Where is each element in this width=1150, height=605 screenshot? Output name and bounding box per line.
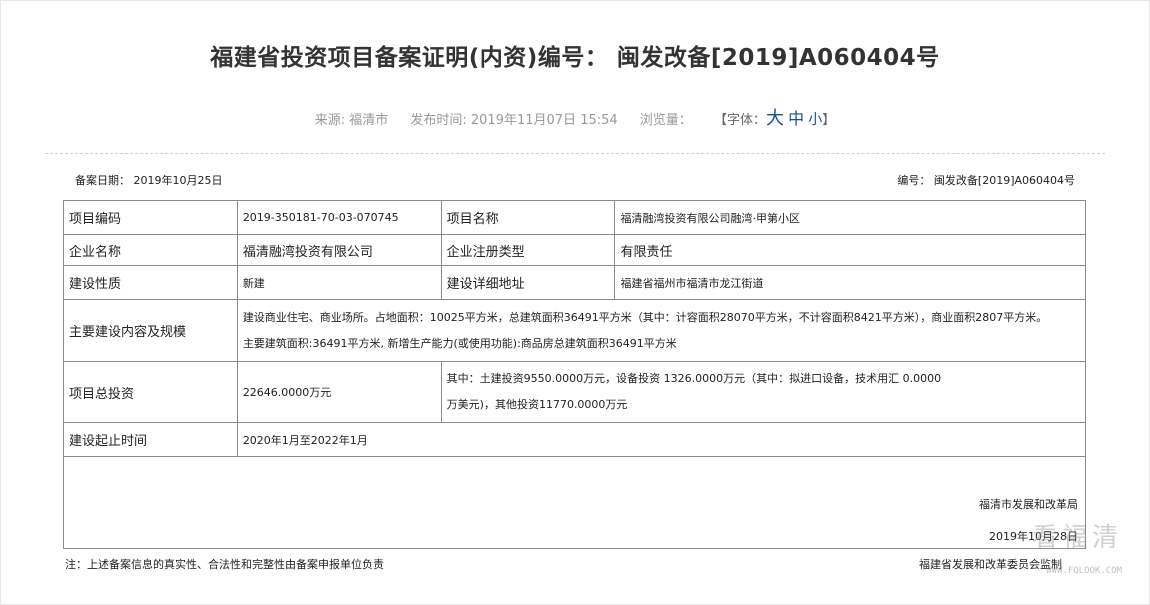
content-value: 建设商业住宅、商业场所。占地面积：10025平方米，总建筑面积36491平方米（… (236, 299, 1087, 362)
investment-detail-line-1: 其中：土建投资9550.0000万元，设备投资 1326.0000万元（其中：拟… (446, 372, 942, 385)
period-label: 建设起止时间 (63, 422, 238, 457)
font-big-link[interactable]: 大 (766, 108, 784, 129)
footer-org: 福建省发展和改革委员会监制 (919, 558, 1062, 571)
company-label: 企业名称 (63, 234, 238, 266)
watermark-logo: 看福清 (1031, 523, 1122, 553)
signature-org: 福清市发展和改革局 (979, 498, 1078, 511)
investment-detail-line-2: 万美元)，其他投资11770.0000万元 (446, 398, 628, 411)
table-row: 企业名称 福清融湾投资有限公司 企业注册类型 有限责任 (63, 234, 1086, 266)
investment-value: 22646.0000万元 (236, 361, 442, 423)
signature-cell (63, 456, 1086, 549)
project-code-value: 2019-350181-70-03-070745 (236, 200, 442, 235)
publish-time: 发布时间: 2019年11月07日 15:54 (410, 113, 618, 128)
reg-type-label: 企业注册类型 (440, 234, 616, 266)
content-line-2: 主要建筑面积:36491平方米, 新增生产能力(或使用功能):商品房总建筑面积3… (242, 336, 677, 350)
record-date: 备案日期： 2019年10月25日 (75, 174, 223, 187)
page-title: 福建省投资项目备案证明(内资)编号： 闽发改备[2019]A060404号 (210, 45, 940, 71)
content-label: 主要建设内容及规模 (63, 299, 238, 362)
table-row: 建设性质 新建 建设详细地址 福建省福州市福清市龙江街道 (63, 265, 1086, 300)
divider (45, 153, 1105, 154)
article-meta: 来源: 福清市 发布时间: 2019年11月07日 15:54 浏览量： 【字体… (0, 104, 1150, 130)
table-row: 项目总投资 22646.0000万元 其中：土建投资9550.0000万元，设备… (63, 361, 1087, 423)
nature-value: 新建 (236, 265, 442, 300)
address-label: 建设详细地址 (440, 265, 616, 300)
footer-note: 注：上述备案信息的真实性、合法性和完整性由备案申报单位负责 (65, 558, 384, 571)
watermark-url: WWW.FQLOOK.COM (1046, 566, 1122, 576)
project-name-label: 项目名称 (440, 200, 616, 235)
record-number: 编号： 闽发改备[2019]A060404号 (897, 174, 1075, 187)
company-value: 福清融湾投资有限公司 (236, 234, 442, 266)
record-table: 项目编码 2019-350181-70-03-070745 项目名称 福清融湾投… (63, 200, 1087, 549)
reg-type-value: 有限责任 (614, 234, 1086, 266)
font-mid-link[interactable]: 中 (788, 109, 804, 128)
table-row: 项目编码 2019-350181-70-03-070745 项目名称 福清融湾投… (63, 200, 1086, 235)
period-value: 2020年1月至2022年1月 (236, 422, 1087, 457)
project-name-value: 福清融湾投资有限公司融湾·甲第小区 (614, 200, 1086, 235)
table-row: 建设起止时间 2020年1月至2022年1月 (63, 422, 1087, 457)
address-value: 福建省福州市福清市龙江街道 (614, 265, 1086, 300)
investment-label: 项目总投资 (63, 361, 238, 423)
signature-row (63, 456, 1086, 549)
investment-detail: 其中：土建投资9550.0000万元，设备投资 1326.0000万元（其中：拟… (440, 361, 1087, 423)
content-line-1: 建设商业住宅、商业场所。占地面积：10025平方米，总建筑面积36491平方米（… (242, 310, 1048, 324)
project-code-label: 项目编码 (63, 200, 238, 235)
table-row: 主要建设内容及规模 建设商业住宅、商业场所。占地面积：10025平方米，总建筑面… (63, 299, 1087, 362)
font-size-label: 【字体： (713, 113, 766, 128)
font-small-link[interactable]: 小 (808, 112, 822, 128)
font-size-close: 】 (822, 113, 836, 128)
views-count: 浏览量： (639, 113, 692, 128)
source-text: 来源: 福清市 (314, 113, 389, 128)
font-size-switcher: 【字体：大 中 小】 (713, 108, 836, 129)
nature-label: 建设性质 (63, 265, 238, 300)
